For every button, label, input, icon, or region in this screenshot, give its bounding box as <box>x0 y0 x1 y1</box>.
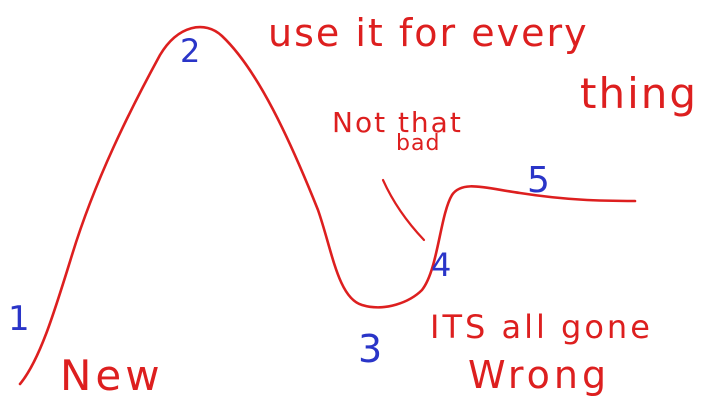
annotation-not-that-bad-line2: bad <box>396 131 440 156</box>
annotation-use-it-line1: use it for every <box>268 11 589 55</box>
hype-cycle-diagram: 1 2 3 4 5 New use it for every thing Not… <box>8 11 698 400</box>
stage-number-2: 2 <box>180 32 200 70</box>
annotation-use-it-line2: thing <box>580 69 698 118</box>
stage-number-3: 3 <box>358 327 382 371</box>
stage-number-4: 4 <box>431 246 451 284</box>
annotation-gone-wrong-line1: ITS all gone <box>430 308 653 346</box>
pointer-stroke <box>381 178 426 242</box>
annotation-gone-wrong-line2: Wrong <box>468 353 610 397</box>
stage-number-5: 5 <box>527 160 550 201</box>
annotation-new: New <box>60 351 164 400</box>
stage-number-1: 1 <box>8 299 30 339</box>
